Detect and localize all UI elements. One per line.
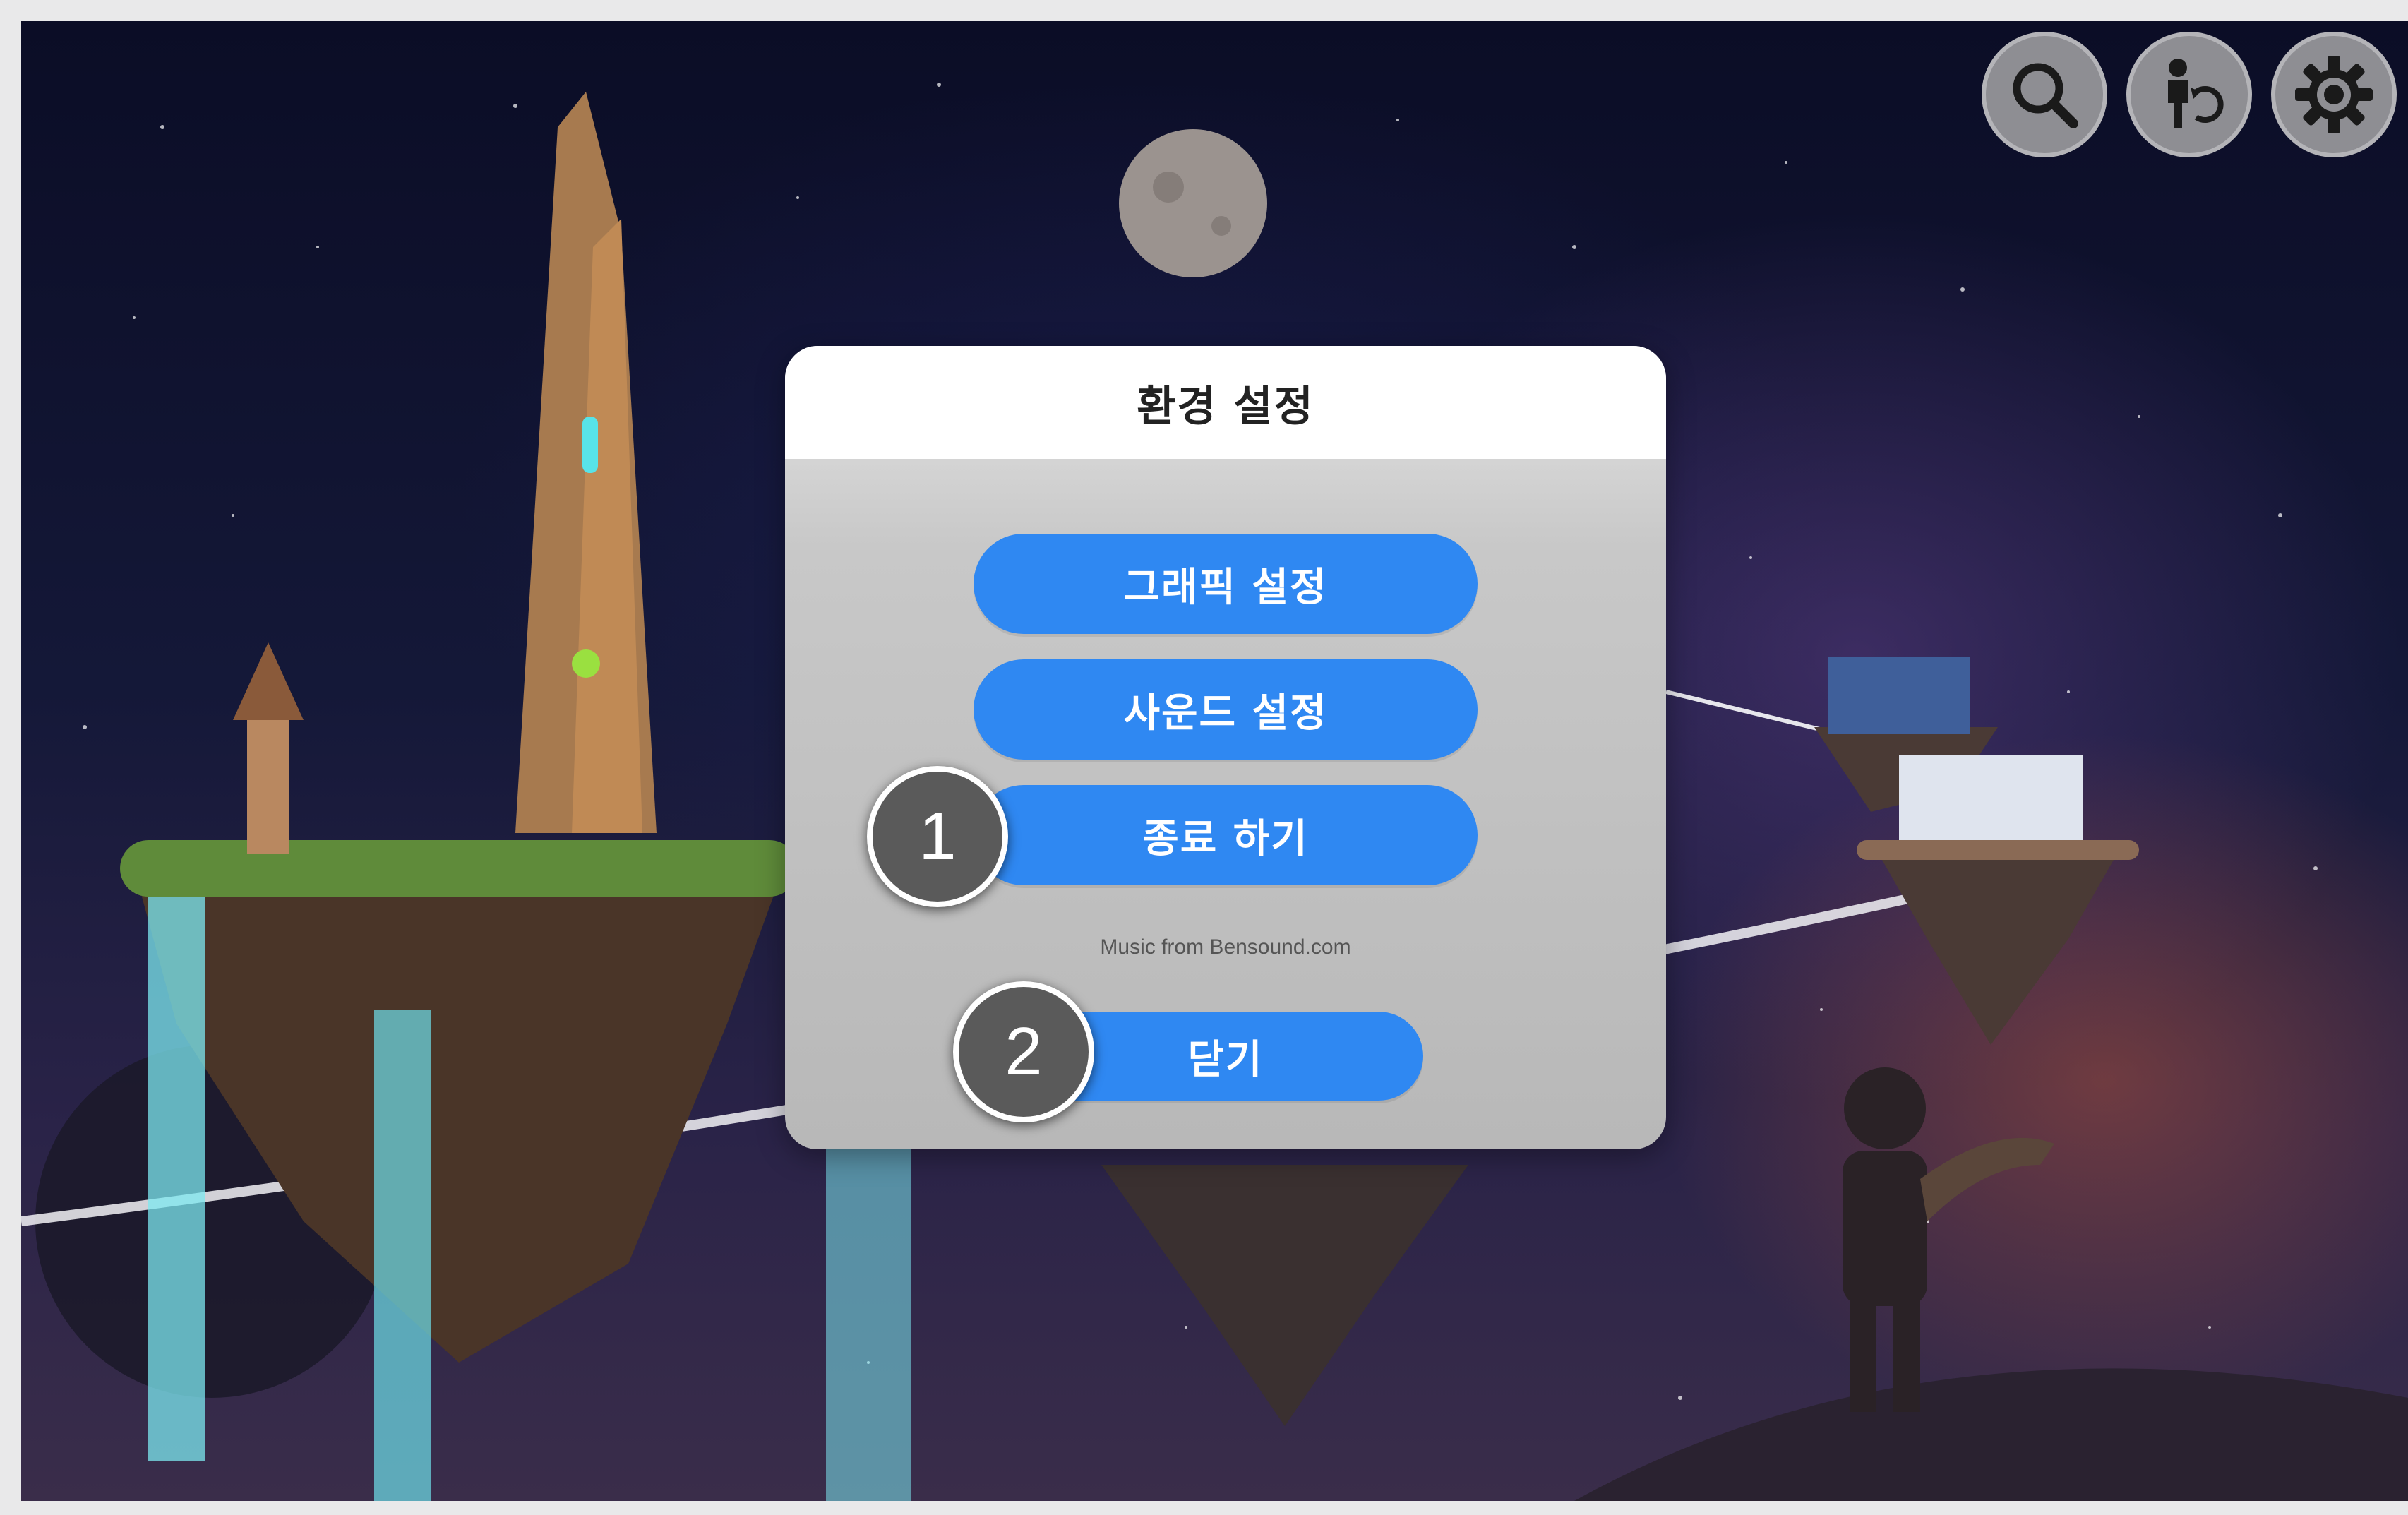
search-icon	[2013, 63, 2078, 128]
gear-icon	[2295, 56, 2373, 133]
small-planet	[1574, 1368, 2408, 1501]
character-switch-icon	[2168, 59, 2224, 128]
music-credit: Music from Bensound.com	[1100, 935, 1351, 959]
step-marker-1: 1	[867, 766, 1008, 907]
step-marker-2: 2	[953, 981, 1094, 1122]
quit-button[interactable]: 종료 하기	[974, 785, 1478, 885]
sound-settings-button[interactable]: 사운드 설정	[974, 659, 1478, 760]
dialog-header: 환경 설정	[785, 346, 1666, 459]
character-switch-button[interactable]	[2126, 32, 2252, 157]
moon	[1119, 129, 1267, 277]
floating-rock-middle	[1101, 1165, 1468, 1426]
settings-dialog: 환경 설정 그래픽 설정 사운드 설정 종료 하기 Music from Ben…	[785, 346, 1666, 1149]
floating-island-right	[1814, 657, 2139, 1045]
search-button[interactable]	[1982, 32, 2107, 157]
boy-silhouette	[1843, 1067, 2054, 1412]
settings-button[interactable]	[2271, 32, 2397, 157]
dialog-title: 환경 설정	[1137, 381, 1314, 431]
graphics-settings-button[interactable]: 그래픽 설정	[974, 534, 1478, 634]
